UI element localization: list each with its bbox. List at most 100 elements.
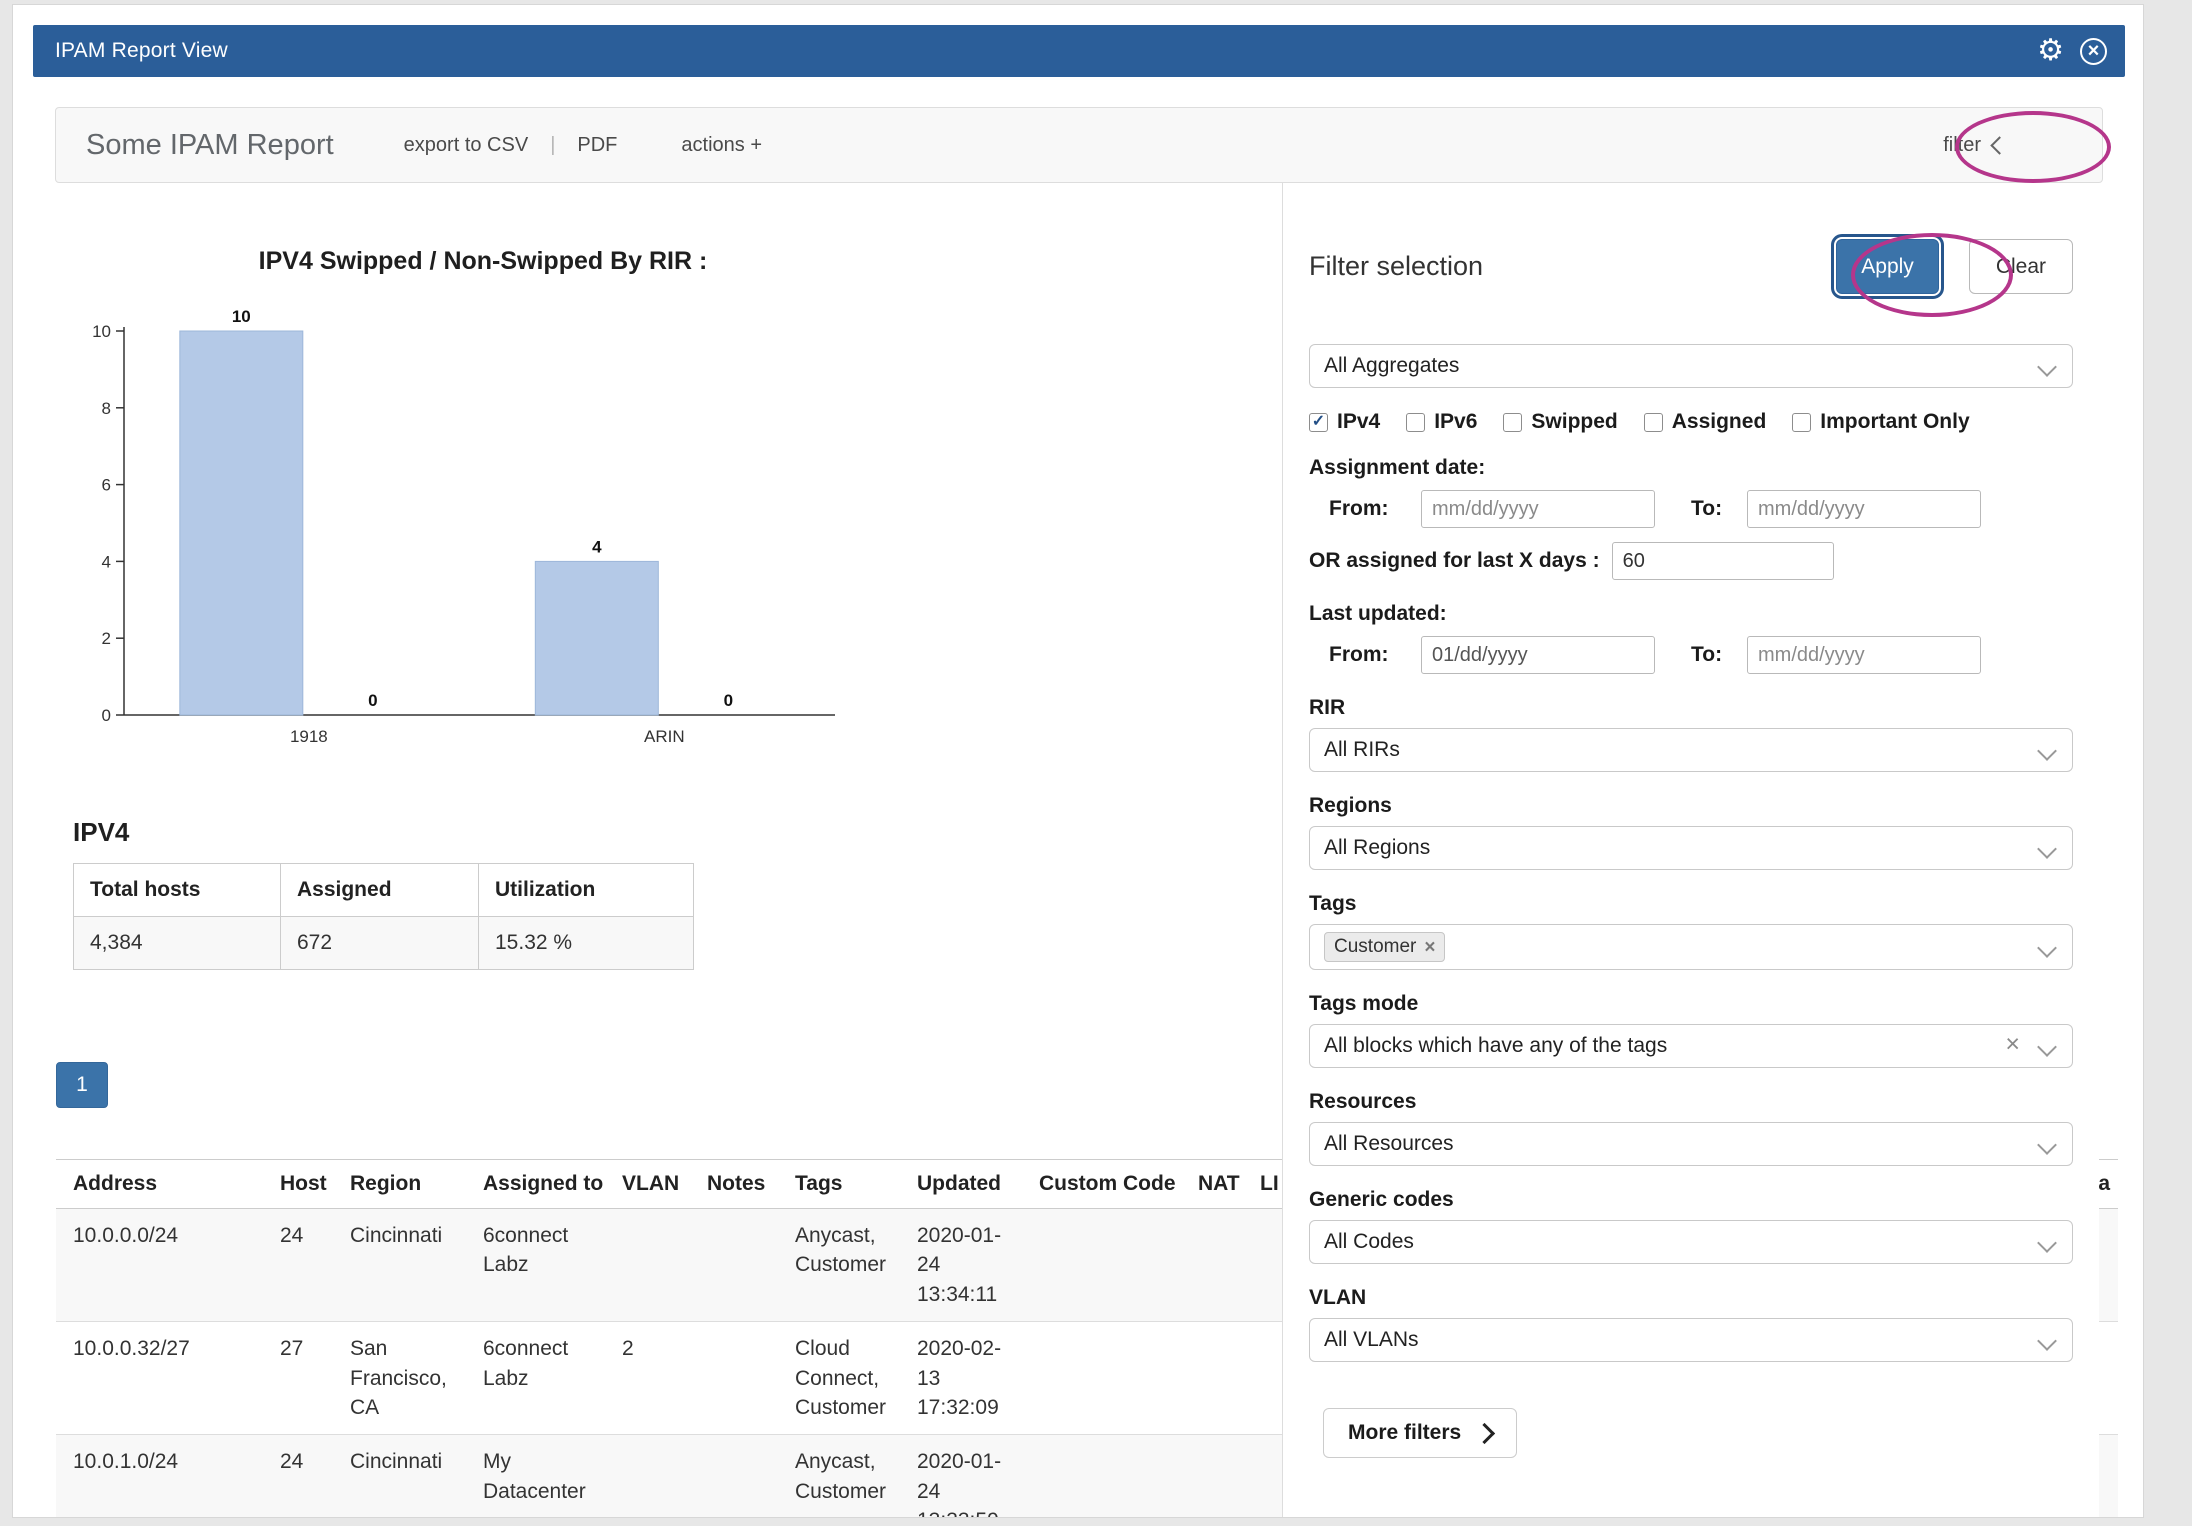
tag-remove-icon[interactable]: ×: [1424, 938, 1435, 957]
cell: Cincinnati: [333, 1435, 466, 1518]
checkbox-label: IPv4: [1337, 410, 1380, 434]
vlan-label: VLAN: [1309, 1286, 2073, 1310]
tags-mode-label: Tags mode: [1309, 992, 2073, 1016]
rir-select-value: All RIRs: [1324, 738, 1400, 762]
gear-icon[interactable]: ⚙: [2037, 36, 2064, 66]
svg-text:8: 8: [102, 399, 111, 418]
cell: 2: [605, 1322, 690, 1435]
cell: [1181, 1435, 1243, 1518]
chevron-down-icon: [2037, 839, 2057, 859]
updated-to-input[interactable]: [1747, 636, 1981, 674]
cell: 27: [263, 1322, 333, 1435]
cell: Cloud Connect, Customer: [778, 1322, 900, 1435]
cell: 2020-01-24 13:33:59: [900, 1435, 1022, 1518]
cell: 2020-02-13 17:32:09: [900, 1322, 1022, 1435]
last-updated-label: Last updated:: [1309, 602, 2073, 626]
cell: My Datacenter: [466, 1435, 605, 1518]
summary-assigned: 672: [281, 917, 479, 970]
apply-button[interactable]: Apply: [1836, 239, 1939, 294]
cell: Cincinnati: [333, 1209, 466, 1322]
column-header-notes: Notes: [690, 1160, 778, 1209]
tag-chip-label: Customer: [1334, 936, 1416, 958]
column-header-updated: Updated: [900, 1160, 1022, 1209]
last-x-days-input[interactable]: [1612, 542, 1834, 580]
summary-header-total-hosts: Total hosts: [74, 864, 281, 917]
cell: [690, 1322, 778, 1435]
chevron-down-icon: [2037, 741, 2057, 761]
tags-mode-select[interactable]: All blocks which have any of the tags ×: [1309, 1024, 2073, 1068]
checkbox-ipv4[interactable]: ✓IPv4: [1309, 410, 1380, 434]
checkbox-assigned[interactable]: Assigned: [1644, 410, 1767, 434]
aggregates-select[interactable]: All Aggregates: [1309, 344, 2073, 388]
export-pdf-link[interactable]: PDF: [577, 134, 617, 157]
pagination-page-1[interactable]: 1: [56, 1062, 108, 1108]
cell: [690, 1209, 778, 1322]
ipam-report-modal: IPAM Report View ⚙ × Some IPAM Report ex…: [12, 4, 2144, 1518]
export-csv-link[interactable]: export to CSV: [404, 134, 529, 157]
window-title: IPAM Report View: [55, 39, 228, 63]
vlan-select-value: All VLANs: [1324, 1328, 1419, 1352]
rir-select[interactable]: All RIRs: [1309, 728, 2073, 772]
cell: Anycast, Customer: [778, 1209, 900, 1322]
generic-codes-select[interactable]: All Codes: [1309, 1220, 2073, 1264]
assignment-from-label: From:: [1329, 497, 1421, 521]
tags-mode-select-value: All blocks which have any of the tags: [1324, 1034, 1667, 1058]
vlan-select[interactable]: All VLANs: [1309, 1318, 2073, 1362]
checkbox-label: Swipped: [1531, 410, 1617, 434]
resources-select[interactable]: All Resources: [1309, 1122, 2073, 1166]
report-toolbar: Some IPAM Report export to CSV | PDF act…: [55, 107, 2103, 183]
cell: [1181, 1322, 1243, 1435]
actions-menu[interactable]: actions +: [681, 134, 762, 157]
column-header-assigned-to: Assigned to: [466, 1160, 605, 1209]
cell: 10.0.0.32/27: [56, 1322, 263, 1435]
report-title: Some IPAM Report: [86, 129, 334, 162]
generic-codes-select-value: All Codes: [1324, 1230, 1414, 1254]
tag-chip-customer: Customer ×: [1324, 932, 1445, 962]
clear-button[interactable]: Clear: [1969, 239, 2073, 294]
filter-toggle[interactable]: filter: [1943, 134, 2006, 157]
column-header-custom-code: Custom Code: [1022, 1160, 1181, 1209]
cell: [1022, 1209, 1181, 1322]
svg-text:2: 2: [102, 629, 111, 648]
cell: [605, 1435, 690, 1518]
svg-text:0: 0: [102, 706, 111, 725]
bar-swipped-arin: [535, 561, 658, 715]
cell: 24: [263, 1209, 333, 1322]
checkbox-label: Important Only: [1820, 410, 1969, 434]
checkbox-ipv6[interactable]: IPv6: [1406, 410, 1477, 434]
checkbox-unchecked-icon: [1644, 413, 1663, 432]
svg-text:10: 10: [232, 307, 251, 326]
updated-from-input[interactable]: [1421, 636, 1655, 674]
chevron-left-icon: [1990, 136, 2008, 154]
chevron-down-icon: [2037, 1233, 2057, 1253]
assignment-to-input[interactable]: [1747, 490, 1981, 528]
cell: [605, 1209, 690, 1322]
svg-text:ARIN: ARIN: [644, 727, 685, 746]
checkbox-unchecked-icon: [1503, 413, 1522, 432]
assignment-from-input[interactable]: [1421, 490, 1655, 528]
assignment-date-label: Assignment date:: [1309, 456, 2073, 480]
window-title-bar: IPAM Report View ⚙ ×: [33, 25, 2125, 77]
checkbox-unchecked-icon: [1406, 413, 1425, 432]
regions-select[interactable]: All Regions: [1309, 826, 2073, 870]
ipv4-summary-table: Total hosts Assigned Utilization 4,384 6…: [73, 863, 694, 970]
checkbox-label: IPv6: [1434, 410, 1477, 434]
last-x-days-label: OR assigned for last X days :: [1309, 549, 1600, 573]
close-icon[interactable]: ×: [2080, 38, 2107, 65]
more-filters-button[interactable]: More filters: [1323, 1408, 1517, 1458]
updated-to-label: To:: [1691, 643, 1747, 667]
chevron-down-icon: [2037, 938, 2057, 958]
svg-text:0: 0: [724, 691, 733, 710]
tags-select[interactable]: Customer ×: [1309, 924, 2073, 970]
clear-selection-icon[interactable]: ×: [2005, 1030, 2020, 1059]
chevron-down-icon: [2037, 1331, 2057, 1351]
more-filters-label: More filters: [1348, 1421, 1461, 1445]
column-header-host: Host: [263, 1160, 333, 1209]
checkbox-swipped[interactable]: Swipped: [1503, 410, 1617, 434]
generic-codes-label: Generic codes: [1309, 1188, 2073, 1212]
checkbox-unchecked-icon: [1792, 413, 1811, 432]
cell: 6connect Labz: [466, 1209, 605, 1322]
regions-label: Regions: [1309, 794, 2073, 818]
checkbox-important-only[interactable]: Important Only: [1792, 410, 1969, 434]
cell: 10.0.1.0/24: [56, 1435, 263, 1518]
